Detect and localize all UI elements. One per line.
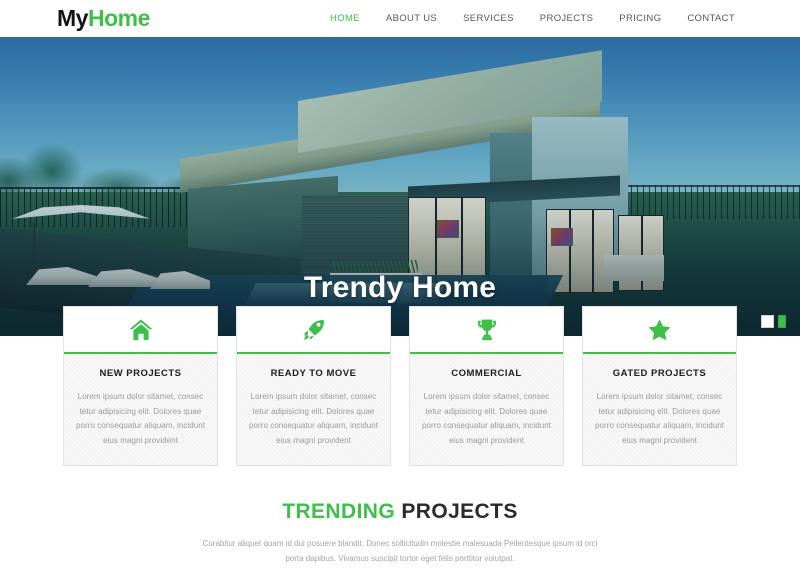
feature-icon-container [410, 307, 563, 354]
hero-slider[interactable]: Trendy Home [0, 37, 800, 336]
slider-prev-button[interactable] [761, 315, 774, 328]
section-heading-accent: TRENDING [282, 500, 396, 523]
main-navigation: HOME ABOUT US SERVICES PROJECTS PRICING … [317, 12, 748, 25]
slider-next-button[interactable] [778, 315, 786, 328]
trophy-icon [477, 319, 496, 340]
feature-text: Lorem ipsum dolor sitamet, consec tetur … [595, 392, 724, 445]
home-icon [129, 319, 152, 340]
section-heading-dark: PROJECTS [401, 500, 518, 523]
nav-item-home[interactable]: HOME [317, 12, 373, 25]
nav-item-services[interactable]: SERVICES [450, 12, 527, 25]
feature-icon-container [237, 307, 390, 354]
feature-title: GATED PROJECTS [612, 368, 707, 379]
site-logo[interactable]: MyHome [57, 4, 150, 32]
feature-card-ready-to-move[interactable]: READY TO MOVE Lorem ipsum dolor sitamet,… [236, 306, 391, 466]
feature-title: READY TO MOVE [270, 368, 357, 379]
feature-body: GATED PROJECTS Lorem ipsum dolor sitamet… [583, 354, 736, 465]
logo-text-primary: My [57, 5, 88, 31]
feature-text: Lorem ipsum dolor sitamet, consec tetur … [249, 392, 378, 445]
feature-title: COMMERCIAL [451, 368, 522, 379]
hero-slider-nav[interactable] [761, 315, 786, 328]
feature-cards: NEW PROJECTS Lorem ipsum dolor sitamet, … [0, 306, 800, 466]
feature-card-gated-projects[interactable]: GATED PROJECTS Lorem ipsum dolor sitamet… [582, 306, 737, 466]
feature-title: NEW PROJECTS [99, 368, 182, 379]
feature-icon-container [64, 307, 217, 354]
feature-body: NEW PROJECTS Lorem ipsum dolor sitamet, … [64, 354, 217, 465]
nav-item-contact[interactable]: CONTACT [674, 12, 748, 25]
hero-title: Trendy Home [303, 271, 497, 304]
section-heading: TRENDING PROJECTS [0, 498, 800, 526]
site-header: MyHome HOME ABOUT US SERVICES PROJECTS P… [0, 0, 800, 37]
feature-text: Lorem ipsum dolor sitamet, consec tetur … [76, 392, 205, 445]
nav-item-projects[interactable]: PROJECTS [527, 12, 606, 25]
rocket-icon [303, 319, 324, 340]
star-icon [648, 318, 671, 340]
feature-card-new-projects[interactable]: NEW PROJECTS Lorem ipsum dolor sitamet, … [63, 306, 218, 466]
logo-text-accent: Home [87, 5, 150, 31]
section-description: Curabitur aliquet quam id dui posuere bl… [202, 539, 598, 563]
feature-text: Lorem ipsum dolor sitamet, consec tetur … [422, 392, 551, 445]
trending-projects-section: TRENDING PROJECTS Curabitur aliquet quam… [0, 498, 800, 566]
feature-icon-container [583, 307, 736, 354]
nav-item-pricing[interactable]: PRICING [606, 12, 674, 25]
feature-card-commercial[interactable]: COMMERCIAL Lorem ipsum dolor sitamet, co… [409, 306, 564, 466]
feature-body: READY TO MOVE Lorem ipsum dolor sitamet,… [237, 354, 390, 465]
nav-item-about-us[interactable]: ABOUT US [373, 12, 450, 25]
feature-body: COMMERCIAL Lorem ipsum dolor sitamet, co… [410, 354, 563, 465]
